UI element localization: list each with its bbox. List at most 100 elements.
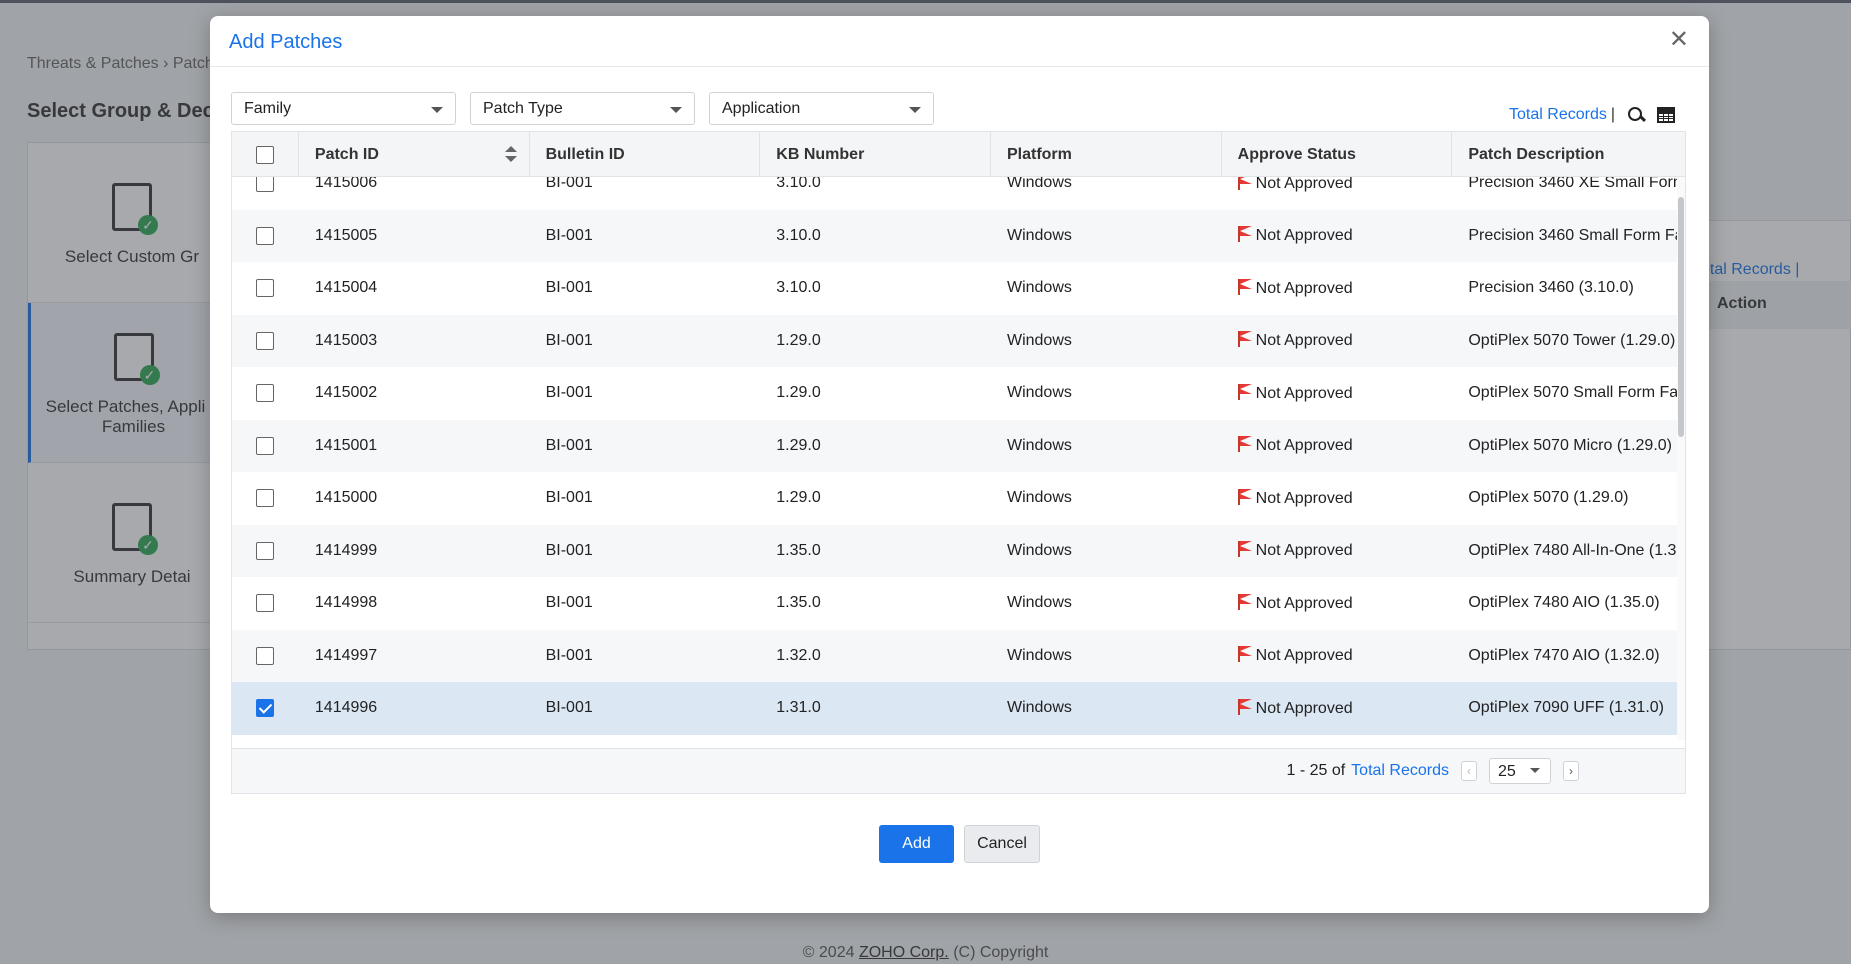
cell-platform: Windows [1006, 594, 1072, 612]
chevron-down-icon [1530, 768, 1540, 773]
table-header: Patch ID Bulletin ID KB Number Platform … [232, 132, 1685, 177]
add-button[interactable]: Add [879, 825, 954, 863]
table-row[interactable]: 1415004 BI-001 3.10.0 Windows Not Approved Pr… [232, 262, 1685, 315]
cell-bulletin-id: BI-001 [545, 541, 593, 559]
pagination-total-records-link[interactable]: Total Records [1351, 762, 1449, 780]
row-checkbox[interactable] [256, 541, 275, 560]
flag-icon [1237, 698, 1252, 715]
status-text: Not Approved [1255, 177, 1353, 192]
select-all-checkbox[interactable] [255, 146, 274, 164]
cell-platform: Windows [1006, 646, 1072, 664]
search-icon[interactable] [1627, 106, 1645, 124]
row-select-cell [232, 226, 299, 245]
scrollbar-thumb[interactable] [1678, 197, 1684, 437]
cell-approve-status: Not Approved [1222, 593, 1453, 613]
cell-kb-number: 3.10.0 [776, 279, 821, 297]
status-text: Not Approved [1255, 594, 1353, 612]
status-text: Not Approved [1255, 227, 1353, 245]
status-text: Not Approved [1255, 647, 1353, 665]
cell-patch-description: OptiPlex 7480 AIO (1.35.0) [1468, 594, 1660, 612]
row-select-cell [232, 436, 299, 455]
column-header-bulletin-id[interactable]: Bulletin ID [530, 132, 761, 177]
row-checkbox[interactable] [256, 177, 275, 193]
cell-platform: Windows [1006, 541, 1072, 559]
cell-platform: Windows [1006, 226, 1072, 244]
cell-platform: Windows [1006, 384, 1072, 402]
status-text: Not Approved [1255, 489, 1353, 507]
table-row[interactable]: 1414998 BI-001 1.35.0 Windows Not Approved Op… [232, 577, 1685, 630]
application-filter[interactable]: Application [709, 92, 934, 125]
page-size-select[interactable]: 25 [1489, 758, 1551, 784]
row-select-cell [232, 646, 299, 665]
column-chooser-icon[interactable] [1657, 107, 1675, 123]
cell-bulletin-id: BI-001 [545, 177, 593, 192]
cell-platform: Windows [1006, 489, 1072, 507]
previous-page-button[interactable]: ‹ [1461, 761, 1477, 781]
pagination-bar: 1 - 25 of Total Records ‹ 25 › [232, 748, 1685, 793]
row-checkbox[interactable] [256, 489, 275, 508]
table-row[interactable]: 1414997 BI-001 1.32.0 Windows Not Approved Op… [232, 629, 1685, 682]
modal-header: Add Patches ✕ [210, 16, 1709, 67]
row-checkbox[interactable] [256, 331, 275, 350]
status-text: Not Approved [1255, 279, 1353, 297]
column-header-patch-id[interactable]: Patch ID [299, 132, 530, 177]
column-header-kb-number[interactable]: KB Number [760, 132, 991, 177]
row-select-cell [232, 331, 299, 350]
cell-patch-id: 1415001 [314, 436, 378, 454]
cell-patch-description: OptiPlex 7090 UFF (1.31.0) [1468, 699, 1664, 717]
table-row[interactable]: 1415006 BI-001 3.10.0 Windows Not Approved Pr… [232, 177, 1685, 210]
filter-bar: Family Patch Type Application [231, 92, 934, 125]
cell-patch-description: OptiPlex 5070 Small Form Fac [1468, 384, 1685, 402]
table-row[interactable]: 1414999 BI-001 1.35.0 Windows Not Approved Op… [232, 524, 1685, 577]
cancel-button[interactable]: Cancel [964, 825, 1040, 863]
cell-approve-status: Not Approved [1222, 226, 1453, 245]
modal-title: Add Patches [229, 31, 343, 53]
row-checkbox[interactable] [256, 226, 275, 245]
column-header-platform[interactable]: Platform [991, 132, 1222, 177]
cell-kb-number: 3.10.0 [776, 177, 821, 192]
cell-kb-number: 1.29.0 [776, 384, 821, 402]
cell-kb-number: 1.32.0 [776, 646, 821, 664]
row-checkbox[interactable] [256, 384, 275, 403]
cell-platform: Windows [1006, 279, 1072, 297]
cell-platform: Windows [1006, 436, 1072, 454]
column-header-patch-description[interactable]: Patch Description [1452, 132, 1685, 177]
status-text: Not Approved [1255, 699, 1353, 717]
cell-approve-status: Not Approved [1222, 383, 1453, 403]
patch-type-filter[interactable]: Patch Type [470, 92, 695, 125]
table-row[interactable]: 1415005 BI-001 3.10.0 Windows Not Approved Pr… [232, 209, 1685, 262]
flag-icon [1237, 436, 1252, 453]
cell-kb-number: 1.35.0 [776, 594, 821, 612]
table-row[interactable]: 1415000 BI-001 1.29.0 Windows Not Approved Op… [232, 472, 1685, 525]
table-row[interactable]: 1414996 BI-001 1.31.0 Windows Not Approved Op… [232, 682, 1685, 735]
next-page-button[interactable]: › [1563, 761, 1579, 781]
cell-patch-id: 1415004 [314, 279, 378, 297]
close-icon[interactable]: ✕ [1669, 28, 1689, 52]
row-select-cell [232, 384, 299, 403]
cell-approve-status: Not Approved [1222, 436, 1453, 455]
table-row[interactable]: 1415003 BI-001 1.29.0 Windows Not Approved Op… [232, 314, 1685, 367]
table-body: 1415006 BI-001 3.10.0 Windows Not Approved Pr… [232, 177, 1685, 740]
row-checkbox[interactable] [256, 699, 275, 718]
cell-platform: Windows [1006, 177, 1072, 192]
column-header-approve-status[interactable]: Approve Status [1222, 132, 1453, 177]
table-scrollbar[interactable] [1677, 177, 1685, 740]
cell-patch-id: 1414996 [314, 699, 378, 717]
total-records-link[interactable]: Total Records [1509, 106, 1607, 124]
sort-icon[interactable] [504, 144, 517, 164]
cell-approve-status: Not Approved [1222, 177, 1453, 193]
flag-icon [1237, 383, 1252, 400]
cell-approve-status: Not Approved [1222, 331, 1453, 350]
cell-patch-id: 1414999 [314, 541, 378, 559]
row-checkbox[interactable] [256, 594, 275, 613]
cell-approve-status: Not Approved [1222, 541, 1453, 560]
separator: | [1610, 106, 1615, 123]
cell-approve-status: Not Approved [1222, 278, 1453, 298]
table-row[interactable]: 1415001 BI-001 1.29.0 Windows Not Approved Op… [232, 419, 1685, 472]
table-row[interactable]: 1415002 BI-001 1.29.0 Windows Not Approved Op… [232, 367, 1685, 420]
row-checkbox[interactable] [256, 646, 275, 665]
family-filter[interactable]: Family [231, 92, 456, 125]
modal-actions: Add Cancel [210, 825, 1709, 863]
row-checkbox[interactable] [256, 436, 275, 455]
row-checkbox[interactable] [256, 279, 275, 298]
